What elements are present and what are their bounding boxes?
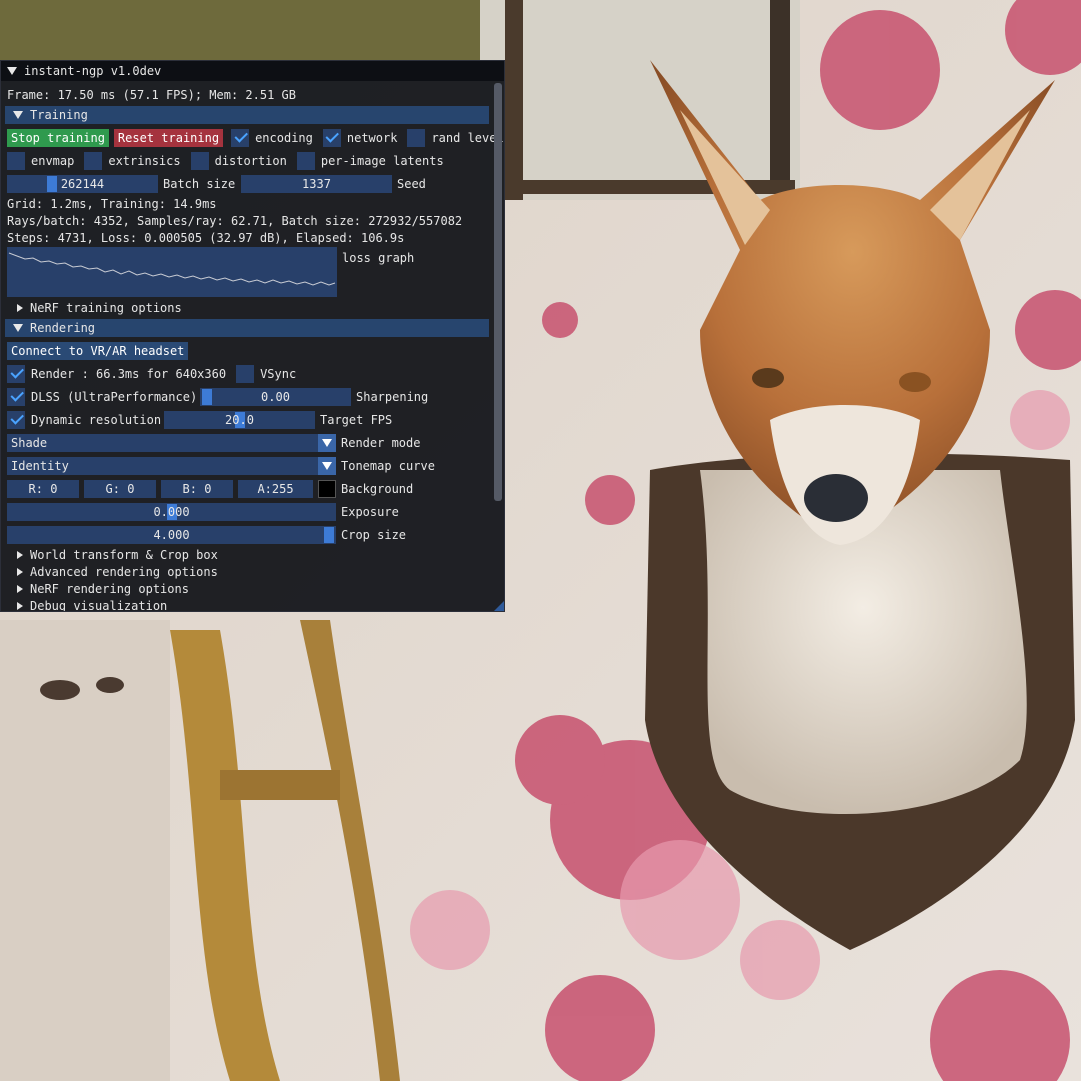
network-checkbox[interactable] bbox=[322, 129, 341, 147]
render-mode-label: Render mode bbox=[341, 435, 421, 450]
instant-ngp-panel: instant-ngp v1.0dev Frame: 17.50 ms (57.… bbox=[0, 60, 505, 612]
render-row: Render : 66.3ms for 640x360 VSync bbox=[7, 365, 306, 383]
vsync-label: VSync bbox=[260, 366, 297, 381]
collapse-window-icon[interactable] bbox=[7, 67, 17, 75]
collapse-training-icon[interactable] bbox=[13, 111, 23, 119]
distortion-checkbox[interactable] bbox=[190, 152, 209, 170]
rand-level-checkbox[interactable] bbox=[407, 129, 426, 147]
training-flags-row: envmap extrinsics distortion per-image l… bbox=[7, 152, 454, 170]
debug-visualization-node[interactable]: Debug visualization bbox=[15, 598, 167, 611]
rays-info: Rays/batch: 4352, Samples/ray: 62.71, Ba… bbox=[7, 213, 463, 228]
expand-icon bbox=[17, 602, 23, 610]
nerf-training-options-node[interactable]: NeRF training options bbox=[15, 300, 182, 316]
reset-training-button[interactable]: Reset training bbox=[113, 129, 224, 147]
per-image-latents-label: per-image latents bbox=[320, 153, 444, 168]
background-a-input[interactable]: A:255 bbox=[238, 480, 313, 498]
tonemap-select[interactable]: Identity bbox=[7, 457, 336, 475]
frame-info: Frame: 17.50 ms (57.1 FPS); Mem: 2.51 GB bbox=[7, 87, 296, 102]
dlss-row: DLSS (UltraPerformance) bbox=[7, 388, 207, 406]
target-fps-slider[interactable]: 20.0 bbox=[164, 411, 315, 429]
extrinsics-label: extrinsics bbox=[108, 153, 181, 168]
loss-graph-label: loss graph bbox=[342, 250, 415, 265]
dropdown-arrow-icon[interactable] bbox=[318, 457, 336, 475]
panel-scrollbar[interactable] bbox=[494, 83, 502, 501]
expand-icon bbox=[17, 585, 23, 593]
seed-label: Seed bbox=[397, 176, 426, 191]
crop-size-grab[interactable] bbox=[324, 527, 334, 543]
expand-icon bbox=[17, 304, 23, 312]
rand-level-label: rand level bbox=[431, 130, 504, 145]
dlss-checkbox[interactable] bbox=[7, 388, 25, 406]
training-header[interactable]: Training bbox=[5, 106, 489, 124]
distortion-label: distortion bbox=[214, 153, 287, 168]
training-header-label: Training bbox=[30, 107, 88, 122]
window-title: instant-ngp v1.0dev bbox=[24, 63, 162, 78]
batch-size-label: Batch size bbox=[163, 176, 236, 191]
render-label: Render : 66.3ms for 640x360 bbox=[31, 366, 227, 381]
render-mode-select[interactable]: Shade bbox=[7, 434, 336, 452]
extrinsics-checkbox[interactable] bbox=[84, 152, 103, 170]
steps-info: Steps: 4731, Loss: 0.000505 (32.97 dB), … bbox=[7, 230, 405, 245]
envmap-checkbox[interactable] bbox=[7, 152, 25, 170]
training-controls-row: Stop training Reset training encoding ne… bbox=[7, 129, 504, 147]
vr-row: Connect to VR/AR headset bbox=[7, 342, 189, 360]
encoding-checkbox[interactable] bbox=[231, 129, 250, 147]
loss-graph[interactable] bbox=[7, 247, 337, 297]
network-label: network bbox=[346, 130, 398, 145]
background-label: Background bbox=[341, 481, 414, 496]
tonemap-label: Tonemap curve bbox=[341, 458, 435, 473]
background-r-input[interactable]: R: 0 bbox=[7, 480, 79, 498]
advanced-rendering-node[interactable]: Advanced rendering options bbox=[15, 564, 218, 580]
sharpening-slider[interactable]: 0.00 bbox=[200, 388, 351, 406]
dropdown-arrow-icon[interactable] bbox=[318, 434, 336, 452]
collapse-rendering-icon[interactable] bbox=[13, 324, 23, 332]
batch-size-grab[interactable] bbox=[47, 176, 58, 192]
exposure-label: Exposure bbox=[341, 504, 399, 519]
stop-training-button[interactable]: Stop training bbox=[7, 129, 109, 147]
nerf-rendering-node[interactable]: NeRF rendering options bbox=[15, 581, 189, 597]
target-fps-label: Target FPS bbox=[320, 412, 393, 427]
background-color-swatch[interactable] bbox=[318, 480, 336, 498]
loss-graph-plot bbox=[8, 252, 336, 286]
grid-info: Grid: 1.2ms, Training: 14.9ms bbox=[7, 196, 217, 211]
seed-input[interactable]: 1337 bbox=[241, 175, 392, 193]
expand-icon bbox=[17, 568, 23, 576]
world-transform-node[interactable]: World transform & Crop box bbox=[15, 547, 218, 563]
rendering-header[interactable]: Rendering bbox=[5, 319, 489, 337]
dlss-label: DLSS (UltraPerformance) bbox=[31, 389, 198, 404]
loss-graph-line bbox=[8, 252, 336, 286]
exposure-slider[interactable]: 0.000 bbox=[7, 503, 336, 521]
connect-vr-button[interactable]: Connect to VR/AR headset bbox=[7, 342, 189, 360]
per-image-latents-checkbox[interactable] bbox=[296, 152, 315, 170]
sharpening-grab[interactable] bbox=[202, 389, 212, 405]
render-checkbox[interactable] bbox=[7, 365, 25, 383]
dynamic-resolution-label: Dynamic resolution bbox=[31, 412, 162, 427]
batch-size-slider[interactable]: 262144 bbox=[7, 175, 158, 193]
dynamic-resolution-checkbox[interactable] bbox=[7, 411, 25, 429]
expand-icon bbox=[17, 551, 23, 559]
background-g-input[interactable]: G: 0 bbox=[84, 480, 156, 498]
crop-size-slider[interactable]: 4.000 bbox=[7, 526, 336, 544]
encoding-label: encoding bbox=[255, 130, 313, 145]
background-b-input[interactable]: B: 0 bbox=[161, 480, 233, 498]
sharpening-label: Sharpening bbox=[356, 389, 429, 404]
crop-size-label: Crop size bbox=[341, 527, 407, 542]
vsync-checkbox[interactable] bbox=[236, 365, 255, 383]
rendering-header-label: Rendering bbox=[30, 320, 96, 335]
window-title-bar[interactable]: instant-ngp v1.0dev bbox=[1, 61, 504, 81]
dynres-row: Dynamic resolution bbox=[7, 411, 171, 429]
resize-grip-icon[interactable] bbox=[494, 601, 504, 611]
envmap-label: envmap bbox=[31, 153, 75, 168]
